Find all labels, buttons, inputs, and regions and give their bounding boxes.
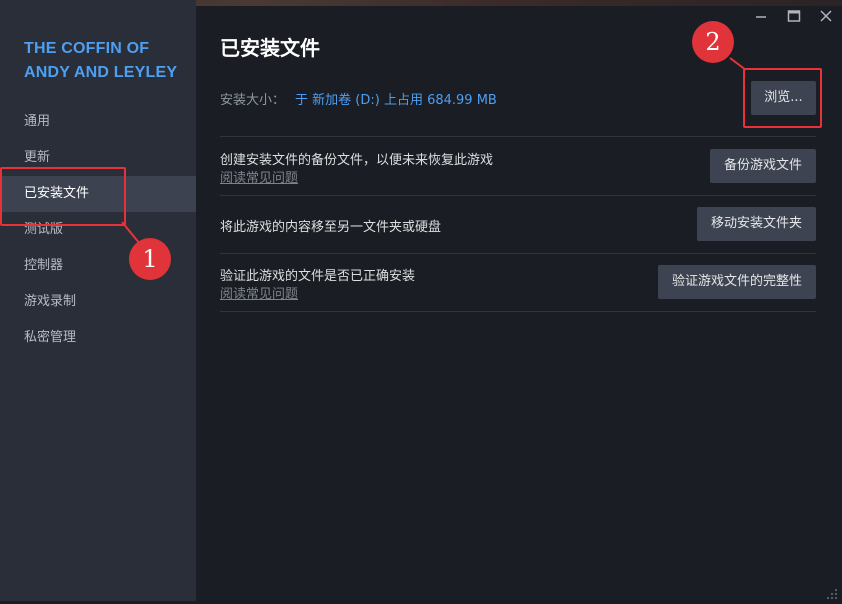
backup-game-files-button[interactable]: 备份游戏文件 bbox=[709, 149, 816, 183]
verify-faq-link[interactable]: 阅读常见问题 bbox=[220, 283, 298, 302]
backup-option-title: 创建安装文件的备份文件，以便未来恢复此游戏 bbox=[220, 153, 494, 168]
maximize-icon[interactable] bbox=[786, 8, 802, 24]
sidebar: THE COFFIN OF ANDY AND LEYLEY 通用 更新 已安装文… bbox=[0, 0, 196, 601]
annotation-marker-1: 1 bbox=[129, 238, 171, 280]
verify-integrity-button[interactable]: 验证游戏文件的完整性 bbox=[657, 265, 816, 299]
close-icon[interactable] bbox=[818, 8, 834, 24]
sidebar-item-general[interactable]: 通用 bbox=[0, 104, 196, 140]
move-option-title: 将此游戏的内容移至另一文件夹或硬盘 bbox=[220, 220, 442, 235]
install-size-row: 安装大小： 于 新加卷 (D:) 上占用 684.99 MB bbox=[220, 89, 497, 108]
annotation-box-browse bbox=[743, 68, 822, 128]
divider bbox=[220, 195, 816, 196]
page-title: 已安装文件 bbox=[220, 36, 320, 60]
sidebar-nav: 通用 更新 已安装文件 测试版 控制器 游戏录制 私密管理 bbox=[0, 104, 196, 356]
install-size-label: 安装大小： bbox=[220, 93, 286, 108]
resize-grip-icon[interactable] bbox=[826, 585, 838, 599]
sidebar-item-privacy[interactable]: 私密管理 bbox=[0, 320, 196, 356]
backup-faq-link[interactable]: 阅读常见问题 bbox=[220, 167, 298, 186]
verify-option-title: 验证此游戏的文件是否已正确安装 bbox=[220, 269, 416, 284]
annotation-marker-2: 2 bbox=[692, 21, 734, 63]
annotation-connector-2 bbox=[729, 57, 747, 71]
annotation-box-installed-files bbox=[0, 167, 126, 226]
install-size-value: 于 新加卷 (D:) 上占用 684.99 MB bbox=[295, 93, 497, 108]
move-install-folder-button[interactable]: 移动安装文件夹 bbox=[696, 207, 816, 241]
divider bbox=[220, 253, 816, 254]
sidebar-item-game-recording[interactable]: 游戏录制 bbox=[0, 284, 196, 320]
minimize-icon[interactable] bbox=[753, 8, 769, 24]
game-title: THE COFFIN OF ANDY AND LEYLEY bbox=[24, 40, 178, 81]
divider bbox=[220, 311, 816, 312]
divider bbox=[220, 136, 816, 137]
